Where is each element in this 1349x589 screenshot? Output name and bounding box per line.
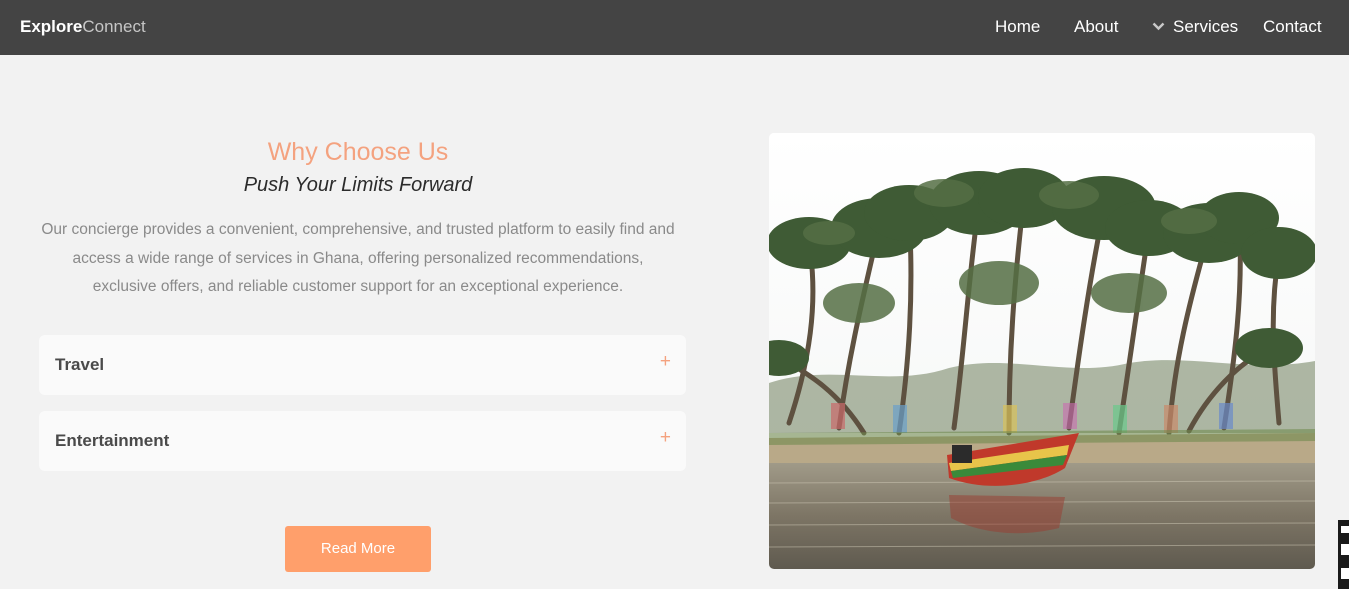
widget-square bbox=[1341, 568, 1349, 579]
hero-photo bbox=[769, 133, 1315, 569]
beach-boat-image bbox=[769, 133, 1315, 569]
chevron-down-icon bbox=[1152, 22, 1165, 31]
nav-contact[interactable]: Contact bbox=[1263, 17, 1322, 37]
description: Our concierge provides a convenient, com… bbox=[41, 221, 675, 295]
brand-bold: Explore bbox=[20, 17, 83, 36]
navbar: ExploreConnect Home About Services Conta… bbox=[0, 0, 1349, 55]
brand-logo[interactable]: ExploreConnect bbox=[20, 17, 146, 37]
why-title: Why Choose Us bbox=[267, 138, 449, 166]
tagline: Push Your Limits Forward bbox=[243, 174, 473, 196]
nav-home[interactable]: Home bbox=[995, 17, 1040, 37]
read-more-button[interactable]: Read More bbox=[285, 526, 431, 572]
accordion-entertainment[interactable]: Entertainment + bbox=[39, 411, 686, 471]
nav-services-label: Services bbox=[1173, 17, 1239, 36]
brand-light: Connect bbox=[82, 17, 146, 36]
nav-about[interactable]: About bbox=[1074, 17, 1118, 37]
widget-square bbox=[1341, 544, 1349, 555]
accordion-label: Travel bbox=[55, 355, 105, 374]
nav-services[interactable]: Services bbox=[1152, 17, 1238, 37]
plus-icon[interactable]: + bbox=[660, 428, 671, 447]
accordion-label: Entertainment bbox=[55, 431, 170, 450]
widget-icon bbox=[1341, 526, 1349, 533]
plus-icon[interactable]: + bbox=[660, 352, 671, 371]
accordion-travel[interactable]: Travel + bbox=[39, 335, 686, 395]
page: About Us ExploreConnect Home About Servi… bbox=[0, 0, 1349, 589]
side-widget[interactable] bbox=[1338, 520, 1349, 589]
